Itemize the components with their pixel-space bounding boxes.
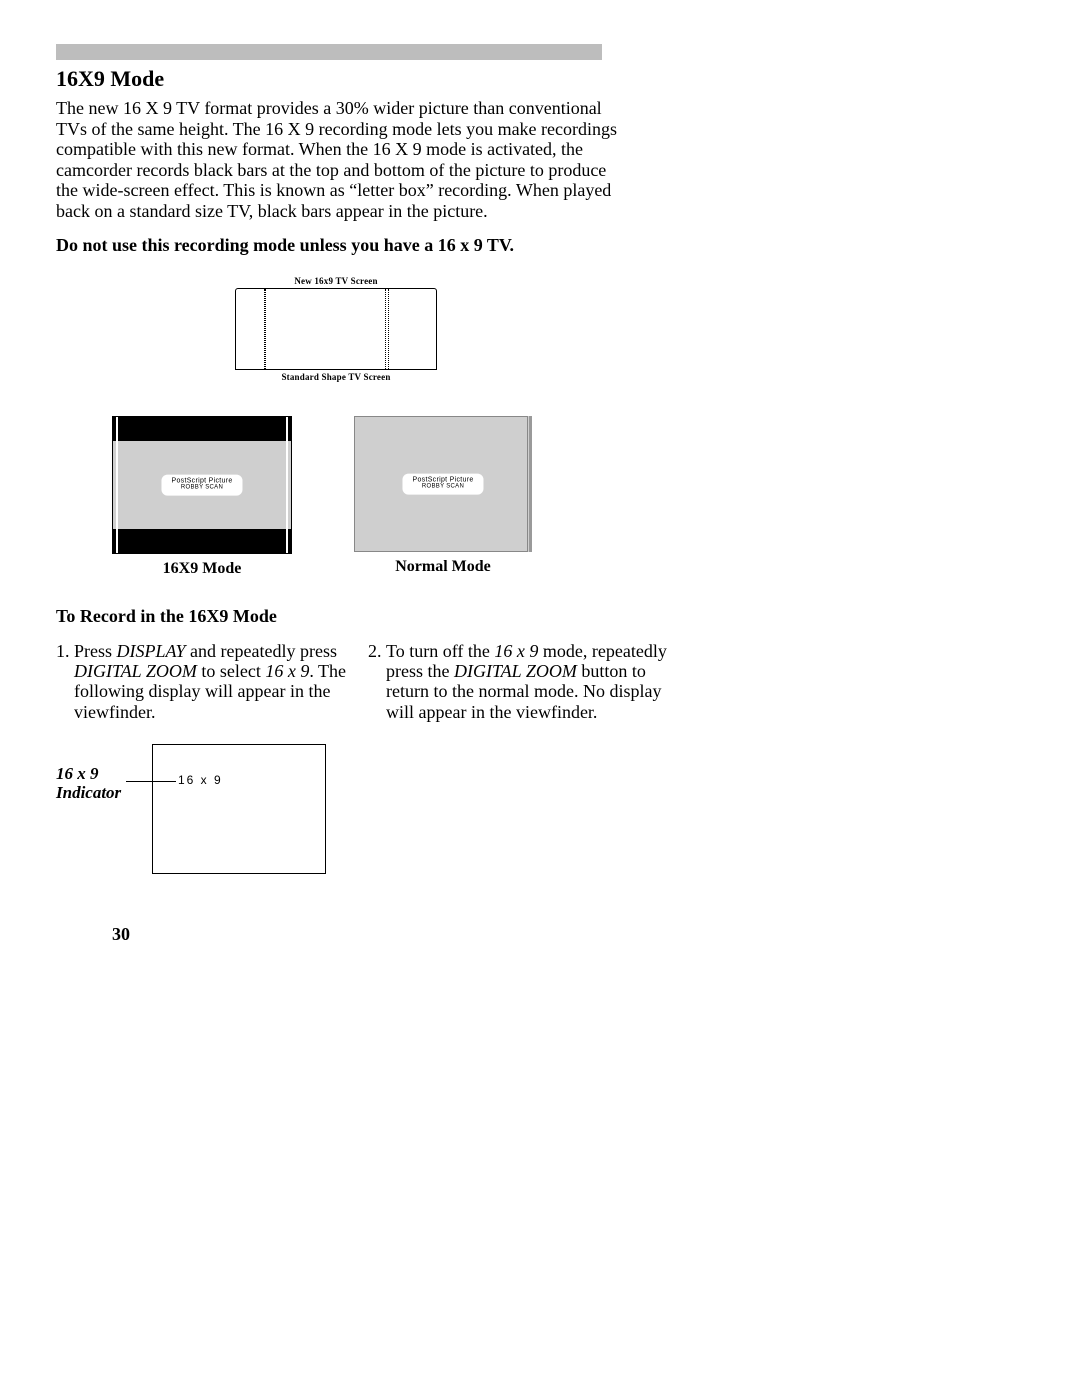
intro-paragraph: The new 16 X 9 TV format provides a 30% …	[56, 98, 626, 221]
vf-label-line1: 16 x 9	[56, 764, 99, 783]
wide-tv-outline	[235, 288, 437, 370]
placeholder-line1: PostScript Picture	[171, 478, 232, 485]
frame-line-left	[116, 417, 118, 553]
page-content: 16X9 Mode The new 16 X 9 TV format provi…	[56, 64, 1024, 894]
letterbox-bar-top	[113, 417, 291, 441]
mode-caption-16x9: 16X9 Mode	[112, 560, 292, 578]
keyword-16x9: 16 x 9	[494, 641, 538, 661]
keyword-16x9: 16 x 9	[265, 661, 309, 681]
step-2-text: To turn off the 16 x 9 mode, repeatedly …	[386, 641, 668, 722]
text: Press	[74, 641, 117, 661]
diagram-top-label: New 16x9 TV Screen	[216, 276, 456, 286]
tv-comparison-diagram: New 16x9 TV Screen Standard Shape TV Scr…	[216, 276, 456, 396]
keyword-digital-zoom: DIGITAL ZOOM	[74, 661, 197, 681]
placeholder-line1: PostScript Picture	[412, 477, 473, 484]
viewfinder-osd-text: 16 x 9	[178, 774, 223, 787]
manual-page: 16X9 Mode The new 16 X 9 TV format provi…	[0, 0, 1080, 1397]
step-number: 2.	[368, 641, 386, 722]
steps-columns: 1. Press DISPLAY and repeatedly press DI…	[56, 641, 1024, 894]
frame-line-right	[286, 417, 288, 553]
vf-label-line2: Indicator	[56, 783, 121, 802]
viewfinder-callout-label: 16 x 9 Indicator	[56, 764, 136, 803]
mode-figures-row: PostScript Picture ROBBY SCAN 16X9 Mode …	[112, 416, 1024, 578]
step-2: 2. To turn off the 16 x 9 mode, repeated…	[368, 641, 668, 894]
viewfinder-diagram: 16 x 9 Indicator 16 x 9	[56, 744, 356, 894]
warning-note: Do not use this recording mode unless yo…	[56, 235, 1024, 256]
mode-16x9-box: PostScript Picture ROBBY SCAN	[112, 416, 292, 554]
step-1-text: Press DISPLAY and repeatedly press DIGIT…	[74, 641, 356, 722]
keyword-digital-zoom: DIGITAL ZOOM	[454, 661, 577, 681]
mode-figure-normal: PostScript Picture ROBBY SCAN Normal Mod…	[354, 416, 532, 576]
step-number: 1.	[56, 641, 74, 722]
text: to select	[197, 661, 265, 681]
page-title: 16X9 Mode	[56, 66, 1024, 92]
mode-figure-16x9: PostScript Picture ROBBY SCAN 16X9 Mode	[112, 416, 292, 578]
viewfinder-frame	[152, 744, 326, 874]
placeholder-line2: ROBBY SCAN	[171, 485, 232, 491]
placeholder-pill: PostScript Picture ROBBY SCAN	[161, 475, 242, 496]
section-header-bar	[56, 44, 602, 60]
diagram-bottom-label: Standard Shape TV Screen	[216, 372, 456, 382]
procedure-heading: To Record in the 16X9 Mode	[56, 606, 1024, 627]
mode-normal-box: PostScript Picture ROBBY SCAN	[354, 416, 532, 552]
standard-tv-dotted-outline-right	[388, 289, 389, 369]
text: To turn off the	[386, 641, 494, 661]
letterbox-bar-bottom	[113, 529, 291, 553]
page-number: 30	[112, 924, 130, 945]
mode-caption-normal: Normal Mode	[354, 558, 532, 576]
step-1: 1. Press DISPLAY and repeatedly press DI…	[56, 641, 356, 894]
placeholder-pill: PostScript Picture ROBBY SCAN	[402, 474, 483, 495]
text: and repeatedly press	[186, 641, 337, 661]
keyword-display: DISPLAY	[117, 641, 186, 661]
standard-tv-dotted-outline-left	[264, 289, 386, 369]
placeholder-line2: ROBBY SCAN	[412, 484, 473, 490]
